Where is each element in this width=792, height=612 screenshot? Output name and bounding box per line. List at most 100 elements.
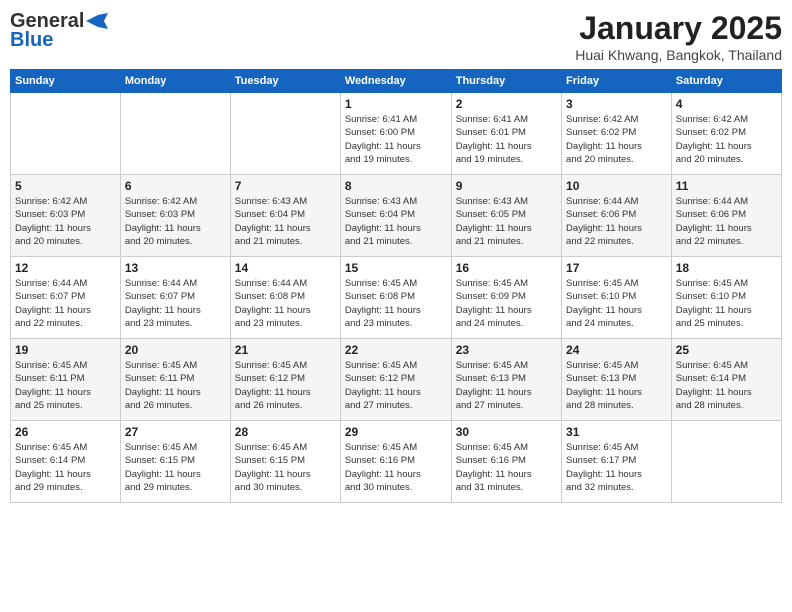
day-info: Sunrise: 6:45 AM Sunset: 6:13 PM Dayligh…: [456, 359, 557, 412]
day-number: 17: [566, 261, 667, 275]
day-number: 9: [456, 179, 557, 193]
calendar-cell: 11 Sunrise: 6:44 AM Sunset: 6:06 PM Dayli…: [671, 175, 781, 257]
calendar-cell: 14Sunrise: 6:44 AM Sunset: 6:08 PM Dayli…: [230, 257, 340, 339]
day-number: 29: [345, 425, 447, 439]
day-info: Sunrise: 6:45 AM Sunset: 6:14 PM Dayligh…: [676, 359, 777, 412]
weekday-header-row: SundayMondayTuesdayWednesdayThursdayFrid…: [11, 70, 782, 93]
day-info: Sunrise: 6:45 AM Sunset: 6:13 PM Dayligh…: [566, 359, 667, 412]
day-info: Sunrise: 6:44 AM Sunset: 6:07 PM Dayligh…: [15, 277, 116, 330]
day-number: 2: [456, 97, 557, 111]
logo-blue: Blue: [10, 29, 53, 52]
day-number: 3: [566, 97, 667, 111]
calendar-cell: 5 Sunrise: 6:42 AM Sunset: 6:03 PM Daylig…: [11, 175, 121, 257]
weekday-header-saturday: Saturday: [671, 70, 781, 93]
calendar-cell: 22 Sunrise: 6:45 AM Sunset: 6:12 PM Dayli…: [340, 339, 451, 421]
day-number: 11: [676, 179, 777, 193]
day-number: 24: [566, 343, 667, 357]
calendar-cell: 6Sunrise: 6:42 AM Sunset: 6:03 PM Daylig…: [120, 175, 230, 257]
weekday-header-thursday: Thursday: [451, 70, 561, 93]
calendar-cell: 21Sunrise: 6:45 AM Sunset: 6:12 PM Dayli…: [230, 339, 340, 421]
page-header: General Blue January 2025 Huai Khwang, B…: [10, 10, 782, 63]
calendar-cell: 27 Sunrise: 6:45 AM Sunset: 6:15 PM Dayli…: [120, 421, 230, 503]
calendar-cell: 31Sunrise: 6:45 AM Sunset: 6:17 PM Dayli…: [562, 421, 672, 503]
week-row-2: 5 Sunrise: 6:42 AM Sunset: 6:03 PM Daylig…: [11, 175, 782, 257]
weekday-header-sunday: Sunday: [11, 70, 121, 93]
day-info: Sunrise: 6:45 AM Sunset: 6:10 PM Dayligh…: [676, 277, 777, 330]
calendar-cell: 10Sunrise: 6:44 AM Sunset: 6:06 PM Dayli…: [562, 175, 672, 257]
weekday-header-friday: Friday: [562, 70, 672, 93]
calendar-cell: [11, 93, 121, 175]
day-number: 27: [125, 425, 226, 439]
title-area: January 2025 Huai Khwang, Bangkok, Thail…: [575, 10, 782, 63]
logo: General Blue: [10, 10, 108, 52]
day-number: 23: [456, 343, 557, 357]
day-info: Sunrise: 6:45 AM Sunset: 6:11 PM Dayligh…: [125, 359, 226, 412]
calendar-cell: 4Sunrise: 6:42 AM Sunset: 6:02 PM Daylig…: [671, 93, 781, 175]
day-number: 10: [566, 179, 667, 193]
calendar-cell: 7 Sunrise: 6:43 AM Sunset: 6:04 PM Daylig…: [230, 175, 340, 257]
day-info: Sunrise: 6:45 AM Sunset: 6:12 PM Dayligh…: [235, 359, 336, 412]
day-info: Sunrise: 6:43 AM Sunset: 6:04 PM Dayligh…: [235, 195, 336, 248]
day-number: 25: [676, 343, 777, 357]
day-info: Sunrise: 6:45 AM Sunset: 6:16 PM Dayligh…: [345, 441, 447, 494]
calendar-cell: [120, 93, 230, 175]
calendar-cell: 19 Sunrise: 6:45 AM Sunset: 6:11 PM Dayli…: [11, 339, 121, 421]
day-info: Sunrise: 6:42 AM Sunset: 6:03 PM Dayligh…: [15, 195, 116, 248]
calendar-cell: [230, 93, 340, 175]
day-info: Sunrise: 6:44 AM Sunset: 6:07 PM Dayligh…: [125, 277, 226, 330]
day-number: 31: [566, 425, 667, 439]
week-row-5: 26Sunrise: 6:45 AM Sunset: 6:14 PM Dayli…: [11, 421, 782, 503]
calendar-cell: 28Sunrise: 6:45 AM Sunset: 6:15 PM Dayli…: [230, 421, 340, 503]
day-info: Sunrise: 6:42 AM Sunset: 6:02 PM Dayligh…: [676, 113, 777, 166]
day-number: 26: [15, 425, 116, 439]
calendar-cell: 3 Sunrise: 6:42 AM Sunset: 6:02 PM Daylig…: [562, 93, 672, 175]
calendar-cell: [671, 421, 781, 503]
day-number: 20: [125, 343, 226, 357]
calendar-cell: 23 Sunrise: 6:45 AM Sunset: 6:13 PM Dayli…: [451, 339, 561, 421]
day-info: Sunrise: 6:45 AM Sunset: 6:10 PM Dayligh…: [566, 277, 667, 330]
week-row-1: 1 Sunrise: 6:41 AM Sunset: 6:00 PM Daylig…: [11, 93, 782, 175]
weekday-header-monday: Monday: [120, 70, 230, 93]
day-number: 1: [345, 97, 447, 111]
day-number: 7: [235, 179, 336, 193]
day-info: Sunrise: 6:43 AM Sunset: 6:05 PM Dayligh…: [456, 195, 557, 248]
day-info: Sunrise: 6:43 AM Sunset: 6:04 PM Dayligh…: [345, 195, 447, 248]
day-number: 16: [456, 261, 557, 275]
day-info: Sunrise: 6:45 AM Sunset: 6:15 PM Dayligh…: [125, 441, 226, 494]
week-row-3: 12 Sunrise: 6:44 AM Sunset: 6:07 PM Dayli…: [11, 257, 782, 339]
day-number: 6: [125, 179, 226, 193]
day-number: 15: [345, 261, 447, 275]
day-number: 18: [676, 261, 777, 275]
calendar-cell: 24 Sunrise: 6:45 AM Sunset: 6:13 PM Dayli…: [562, 339, 672, 421]
week-row-4: 19 Sunrise: 6:45 AM Sunset: 6:11 PM Dayli…: [11, 339, 782, 421]
calendar-cell: 9 Sunrise: 6:43 AM Sunset: 6:05 PM Daylig…: [451, 175, 561, 257]
day-number: 19: [15, 343, 116, 357]
day-info: Sunrise: 6:44 AM Sunset: 6:08 PM Dayligh…: [235, 277, 336, 330]
day-info: Sunrise: 6:41 AM Sunset: 6:00 PM Dayligh…: [345, 113, 447, 166]
calendar-cell: 17 Sunrise: 6:45 AM Sunset: 6:10 PM Dayli…: [562, 257, 672, 339]
calendar-cell: 15 Sunrise: 6:45 AM Sunset: 6:08 PM Dayli…: [340, 257, 451, 339]
day-info: Sunrise: 6:45 AM Sunset: 6:11 PM Dayligh…: [15, 359, 116, 412]
day-info: Sunrise: 6:45 AM Sunset: 6:08 PM Dayligh…: [345, 277, 447, 330]
calendar-cell: 2 Sunrise: 6:41 AM Sunset: 6:01 PM Daylig…: [451, 93, 561, 175]
day-number: 12: [15, 261, 116, 275]
day-info: Sunrise: 6:42 AM Sunset: 6:02 PM Dayligh…: [566, 113, 667, 166]
day-number: 13: [125, 261, 226, 275]
calendar-cell: 25 Sunrise: 6:45 AM Sunset: 6:14 PM Dayli…: [671, 339, 781, 421]
day-number: 22: [345, 343, 447, 357]
day-number: 30: [456, 425, 557, 439]
day-number: 5: [15, 179, 116, 193]
logo-bird-icon: [86, 13, 108, 29]
weekday-header-wednesday: Wednesday: [340, 70, 451, 93]
calendar-cell: 30Sunrise: 6:45 AM Sunset: 6:16 PM Dayli…: [451, 421, 561, 503]
calendar-table: SundayMondayTuesdayWednesdayThursdayFrid…: [10, 69, 782, 503]
calendar-cell: 1 Sunrise: 6:41 AM Sunset: 6:00 PM Daylig…: [340, 93, 451, 175]
day-number: 8: [345, 179, 447, 193]
day-info: Sunrise: 6:41 AM Sunset: 6:01 PM Dayligh…: [456, 113, 557, 166]
day-info: Sunrise: 6:45 AM Sunset: 6:12 PM Dayligh…: [345, 359, 447, 412]
calendar-subtitle: Huai Khwang, Bangkok, Thailand: [575, 47, 782, 63]
calendar-cell: 18 Sunrise: 6:45 AM Sunset: 6:10 PM Dayli…: [671, 257, 781, 339]
day-info: Sunrise: 6:44 AM Sunset: 6:06 PM Dayligh…: [676, 195, 777, 248]
calendar-cell: 12 Sunrise: 6:44 AM Sunset: 6:07 PM Dayli…: [11, 257, 121, 339]
calendar-cell: 26Sunrise: 6:45 AM Sunset: 6:14 PM Dayli…: [11, 421, 121, 503]
